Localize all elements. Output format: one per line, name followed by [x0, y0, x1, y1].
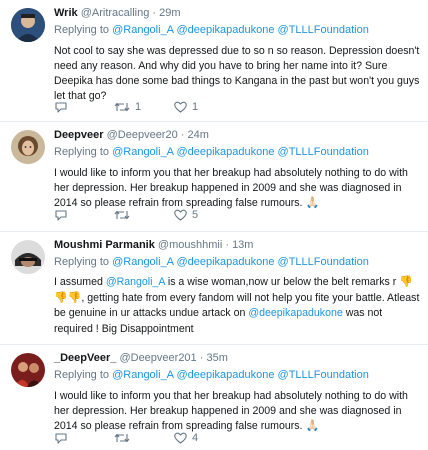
reply-button[interactable]	[54, 209, 114, 222]
tweet[interactable]: Moushmi Parmanik @moushhmii · 13m Replyi…	[0, 232, 428, 345]
user-handle[interactable]: @Aritracalling	[81, 7, 150, 19]
avatar[interactable]	[11, 353, 45, 387]
display-name[interactable]: _DeepVeer_	[54, 352, 116, 364]
avatar[interactable]	[11, 240, 45, 274]
replying-to-mentions[interactable]: @Rangoli_A @deepikapadukone @TLLLFoundat…	[112, 24, 369, 36]
display-name[interactable]: Deepveer	[54, 129, 104, 141]
tweet-text: I assumed @Rangoli_A is a wise woman,now…	[54, 275, 420, 337]
reply-button[interactable]	[54, 432, 114, 445]
folded-hands-emoji: 🙏🏻	[305, 420, 320, 432]
timestamp[interactable]: · 35m	[200, 352, 228, 364]
replying-to-mentions[interactable]: @Rangoli_A @deepikapadukone @TLLLFoundat…	[112, 369, 369, 381]
replying-to: Replying to @Rangoli_A @deepikapadukone …	[54, 368, 420, 382]
tweet-text: I would like to inform you that her brea…	[54, 389, 420, 434]
replying-to-mentions[interactable]: @Rangoli_A @deepikapadukone @TLLLFoundat…	[112, 256, 369, 268]
reply-icon	[55, 432, 67, 444]
tweet-text: Not cool to say she was depressed due to…	[54, 45, 420, 102]
replying-to: Replying to @Rangoli_A @deepikapadukone …	[54, 255, 420, 269]
like-count: 4	[192, 432, 199, 444]
tweet[interactable]: Wrik @Aritracalling · 29m Replying to @R…	[0, 0, 428, 122]
tweet-text-part: is a wise woman,now ur below the belt re…	[164, 276, 400, 288]
replying-to-mentions[interactable]: @Rangoli_A @deepikapadukone @TLLLFoundat…	[112, 146, 369, 158]
tweet-header: Moushmi Parmanik @moushhmii · 13m	[54, 238, 420, 252]
replying-prefix: Replying to	[54, 369, 113, 381]
folded-hands-emoji: 🙏🏻	[305, 197, 320, 209]
like-count: 5	[192, 209, 199, 221]
tweet-header: _DeepVeer_ @Deepveer201 · 35m	[54, 351, 420, 365]
user-handle[interactable]: @Deepveer20	[107, 129, 178, 141]
replying-to: Replying to @Rangoli_A @deepikapadukone …	[54, 145, 420, 159]
like-button[interactable]: 5	[174, 209, 234, 221]
tweet-text: I would like to inform you that her brea…	[54, 166, 420, 211]
user-handle[interactable]: @moushhmii	[158, 239, 222, 251]
retweet-icon	[114, 210, 130, 220]
retweet-button[interactable]	[114, 432, 174, 444]
display-name[interactable]: Wrik	[54, 7, 78, 19]
avatar[interactable]	[11, 130, 45, 164]
like-count: 1	[192, 101, 199, 113]
timestamp[interactable]: · 29m	[152, 7, 180, 19]
user-handle[interactable]: @Deepveer201	[119, 352, 196, 364]
heart-icon	[174, 209, 187, 221]
avatar[interactable]	[11, 8, 45, 42]
replying-to: Replying to @Rangoli_A @deepikapadukone …	[54, 23, 420, 37]
retweet-count: 1	[135, 101, 142, 113]
reply-icon	[55, 209, 67, 221]
heart-icon	[174, 101, 187, 113]
replying-prefix: Replying to	[54, 24, 113, 36]
retweet-icon	[114, 102, 130, 112]
mention-link[interactable]: @deepikapadukone	[248, 307, 342, 319]
heart-icon	[174, 432, 187, 444]
tweet[interactable]: Deepveer @Deepveer20 · 24m Replying to @…	[0, 122, 428, 232]
tweet-text-content: I would like to inform you that her brea…	[54, 390, 408, 432]
retweet-icon	[114, 433, 130, 443]
timestamp[interactable]: · 13m	[225, 239, 253, 251]
timestamp[interactable]: · 24m	[181, 129, 209, 141]
replying-prefix: Replying to	[54, 146, 113, 158]
retweet-button[interactable]: 1	[114, 101, 174, 113]
tweet-text-part: I assumed	[54, 276, 106, 288]
tweet-header: Wrik @Aritracalling · 29m	[54, 6, 420, 20]
tweet[interactable]: _DeepVeer_ @Deepveer201 · 35m Replying t…	[0, 345, 428, 450]
replying-prefix: Replying to	[54, 256, 113, 268]
reply-button[interactable]	[54, 101, 114, 114]
tweet-header: Deepveer @Deepveer20 · 24m	[54, 128, 420, 142]
reply-icon	[55, 101, 67, 113]
mention-link[interactable]: @Rangoli_A	[106, 276, 165, 288]
like-button[interactable]: 4	[174, 432, 234, 444]
display-name[interactable]: Moushmi Parmanik	[54, 239, 155, 251]
tweet-text-content: I would like to inform you that her brea…	[54, 167, 408, 209]
like-button[interactable]: 1	[174, 101, 234, 113]
retweet-button[interactable]	[114, 209, 174, 221]
